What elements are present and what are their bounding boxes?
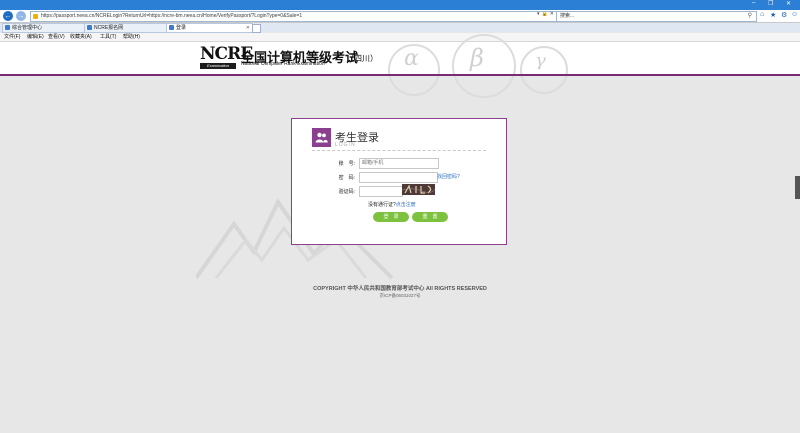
logo-sub: Examination (200, 63, 236, 69)
decorative-letter: ɑ (404, 46, 419, 71)
side-feedback-tab[interactable] (795, 176, 800, 199)
users-icon (312, 128, 331, 147)
favicon-icon (5, 25, 10, 30)
login-subtitle: LOGIN (335, 142, 356, 148)
close-window-icon[interactable]: ✕ (786, 0, 791, 7)
decorative-letter: γ (535, 50, 546, 71)
settings-gear-icon[interactable]: ⚙ (781, 11, 787, 19)
favicon-icon (169, 25, 174, 30)
tab-ncre-registration[interactable]: NCRE报名网 (84, 23, 167, 33)
restore-icon[interactable]: ❐ (768, 0, 773, 7)
new-tab-button[interactable] (252, 24, 261, 33)
browser-titlebar: ‒ ❐ ✕ (0, 0, 800, 10)
refresh-icon[interactable]: ▾🔒✕ (537, 11, 556, 17)
menu-tools[interactable]: 工具(T) (100, 33, 116, 41)
lock-icon (33, 14, 38, 19)
site-province: （四川） (346, 54, 378, 63)
menu-view[interactable]: 查看(V) (48, 33, 65, 41)
address-bar: ← → https://passport.neea.cn/NCRELogin?R… (0, 10, 800, 23)
login-divider (312, 150, 486, 151)
search-input[interactable]: 搜索... ⚲ (556, 11, 757, 22)
smiley-icon[interactable]: ☺ (791, 11, 798, 18)
menu-bar: 文件(F) 编辑(E) 查看(V) 收藏夹(A) 工具(T) 帮助(H) (0, 33, 800, 42)
url-text: https://passport.neea.cn/NCRELogin?Retur… (41, 13, 303, 19)
login-button[interactable]: 登 录 (373, 212, 409, 222)
favicon-icon (87, 25, 92, 30)
tab-login[interactable]: 登录 ✕ (166, 23, 253, 33)
decorative-letter: β (470, 44, 484, 72)
menu-help[interactable]: 帮助(H) (123, 33, 140, 41)
decorative-circle (452, 34, 516, 98)
tab-label: 综合管理中心 (12, 25, 43, 31)
captcha-label: 验证码: (338, 189, 355, 195)
reset-button[interactable]: 重 置 (412, 212, 448, 222)
footer-icp: 京ICP备05031027号 (379, 293, 421, 298)
menu-file[interactable]: 文件(F) (4, 33, 20, 41)
password-input[interactable] (359, 172, 438, 183)
tab-label: NCRE报名网 (94, 25, 124, 31)
captcha-image[interactable] (401, 184, 436, 195)
favorites-star-icon[interactable]: ★ (770, 11, 776, 19)
register-prompt: 没有通行证?点击注册 (368, 201, 416, 208)
tab-management-center[interactable]: 综合管理中心 (2, 23, 87, 33)
url-field[interactable]: https://passport.neea.cn/NCRELogin?Retur… (30, 11, 564, 22)
forward-icon[interactable]: → (16, 11, 26, 21)
account-label: 账 号: (338, 161, 355, 167)
tab-label: 登录 (176, 25, 187, 31)
search-icon[interactable]: ⚲ (748, 12, 752, 21)
forgot-password-link[interactable]: 找回密码? (437, 173, 460, 180)
password-label: 密 码: (338, 175, 355, 181)
back-icon[interactable]: ← (3, 11, 13, 21)
captcha-input[interactable] (359, 186, 403, 197)
tab-strip: 综合管理中心 NCRE报名网 登录 ✕ (0, 23, 800, 33)
minimize-icon[interactable]: ‒ (752, 0, 755, 6)
menu-favorites[interactable]: 收藏夹(A) (70, 33, 92, 41)
account-input[interactable] (359, 158, 439, 169)
footer-copyright: COPYRIGHT 中华人民共和国教育部考试中心 All RIGHTS RESE… (313, 286, 487, 292)
menu-edit[interactable]: 编辑(E) (27, 33, 44, 41)
site-subtitle: National Computer Rank Examination (241, 61, 325, 67)
register-prompt-text: 没有通行证? (368, 202, 396, 208)
site-header: ɑ β γ (0, 34, 800, 98)
home-icon[interactable]: ⌂ (760, 11, 764, 18)
register-link[interactable]: 点击注册 (396, 202, 416, 208)
close-tab-icon[interactable]: ✕ (246, 24, 250, 32)
header-divider (0, 74, 800, 76)
search-placeholder: 搜索... (560, 13, 575, 19)
ncre-logo: NCRE Examination (200, 46, 253, 70)
